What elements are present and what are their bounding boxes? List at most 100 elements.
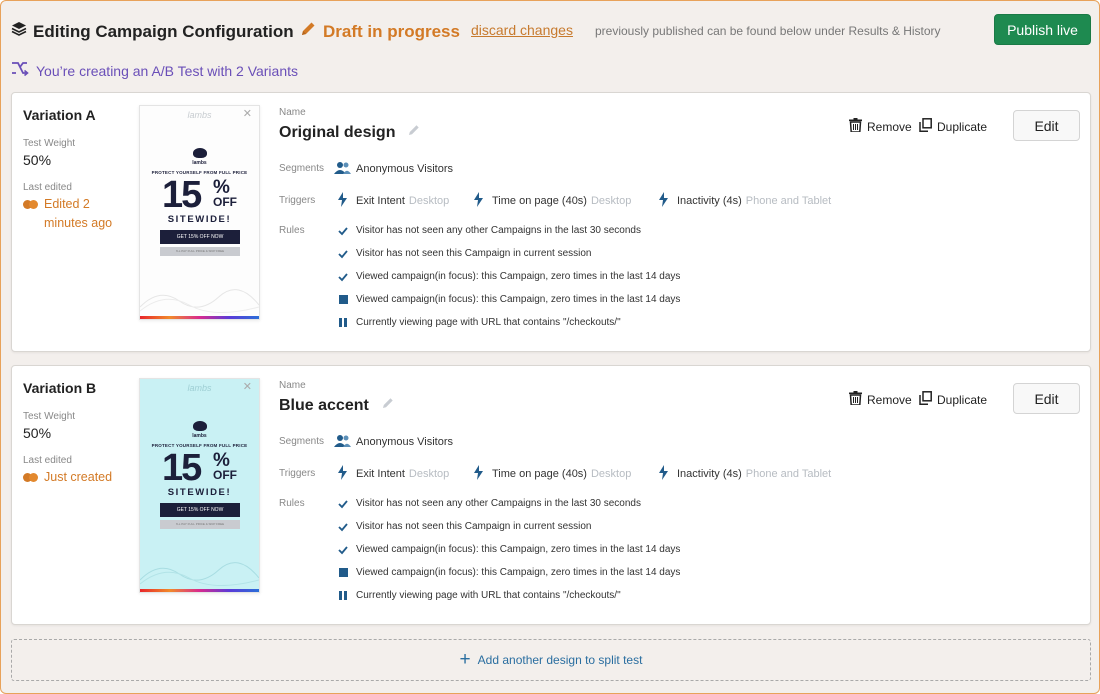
remove-button[interactable]: Remove: [849, 118, 912, 135]
last-edited-text: Just created: [44, 470, 113, 484]
rule-item: Visitor has not seen any other Campaigns…: [338, 498, 641, 509]
test-weight-value: 50%: [23, 152, 52, 168]
published-note: previously published can be found below …: [595, 24, 941, 38]
copy-icon: [919, 391, 932, 408]
name-label: Name: [279, 380, 306, 391]
triggers-label: Triggers: [279, 468, 316, 479]
trigger-device: Phone and Tablet: [745, 195, 832, 207]
pause-icon: [338, 318, 348, 328]
last-edited-text: Edited 2 minutes ago: [44, 197, 113, 230]
page-title-text: Editing Campaign Configuration: [33, 21, 294, 41]
remove-button[interactable]: Remove: [849, 391, 912, 408]
close-icon: ✕: [242, 108, 252, 120]
remove-label: Remove: [867, 392, 912, 407]
add-design-label: Add another design to split test: [477, 653, 643, 667]
triggers-label: Triggers: [279, 195, 316, 206]
discard-changes-link[interactable]: discard changes: [471, 22, 573, 38]
check-icon: [338, 499, 348, 509]
trigger-device: Desktop: [408, 195, 450, 207]
pencil-icon: [299, 20, 317, 43]
duplicate-button[interactable]: Duplicate: [919, 391, 987, 408]
name-label: Name: [279, 107, 306, 118]
trigger-device: Desktop: [590, 195, 632, 207]
trigger-label: Time on page (40s): [492, 195, 587, 207]
thumb-brand: lambs: [187, 110, 212, 120]
add-design-button[interactable]: + Add another design to split test: [11, 639, 1091, 681]
thumb-brand: lambs: [187, 383, 212, 393]
trigger-label: Exit Intent: [356, 195, 405, 207]
publish-live-button[interactable]: Publish live: [994, 14, 1091, 45]
thumb-cta: GET 15% OFF NOW: [160, 503, 240, 517]
segment-text: Anonymous Visitors: [356, 163, 454, 175]
variation-card-b: Variation B Test Weight 50% Last edited …: [11, 365, 1091, 625]
trigger-item: Time on page (40s) Desktop: [474, 465, 631, 483]
ab-test-message: You’re creating an A/B Test with 2 Varia…: [11, 61, 298, 80]
status-dots-icon: [23, 473, 38, 487]
trigger-item: Exit Intent Desktop: [338, 192, 449, 210]
rule-text: Viewed campaign(in focus): this Campaign…: [356, 294, 681, 305]
campaign-editor: Editing Campaign Configuration Draft in …: [0, 0, 1100, 694]
thumb-sitewide: SITEWIDE!: [167, 487, 232, 498]
rules-label: Rules: [279, 498, 305, 509]
users-icon: [334, 161, 351, 177]
rule-text: Visitor has not seen any other Campaigns…: [356, 498, 641, 509]
lightning-icon: [659, 465, 668, 483]
thumb-gradient-bar: [140, 316, 259, 319]
users-icon: [334, 434, 351, 450]
draft-status-text: Draft in progress: [323, 21, 460, 41]
thumb-gradient-bar: [140, 589, 259, 592]
duplicate-button[interactable]: Duplicate: [919, 118, 987, 135]
layers-icon: [11, 21, 27, 42]
thumb-secondary: I'LL PAY FULL PRICE & SKIP FREE: [160, 520, 240, 529]
edit-name-pencil-icon[interactable]: [407, 123, 421, 142]
trigger-item: Inactivity (4s) Phone and Tablet: [659, 192, 831, 210]
design-name-text: Blue accent: [279, 396, 369, 414]
close-icon: ✕: [242, 381, 252, 393]
thumb-big-number: 15: [162, 447, 202, 489]
rule-item: Currently viewing page with URL that con…: [338, 317, 621, 328]
last-edited-label: Last edited: [23, 182, 72, 193]
trigger-label: Inactivity (4s): [677, 195, 742, 207]
edit-button[interactable]: Edit: [1013, 383, 1080, 414]
test-weight-label: Test Weight: [23, 411, 76, 422]
design-name-text: Original design: [279, 123, 396, 141]
segment-item: Anonymous Visitors: [334, 434, 453, 450]
trigger-item: Exit Intent Desktop: [338, 465, 449, 483]
thumb-secondary: I'LL PAY FULL PRICE & SKIP FREE: [160, 247, 240, 256]
thumb-cta: GET 15% OFF NOW: [160, 230, 240, 244]
edit-name-pencil-icon[interactable]: [381, 396, 395, 415]
variation-title: Variation A: [23, 107, 96, 123]
variation-title: Variation B: [23, 380, 97, 396]
trigger-device: Desktop: [408, 468, 450, 480]
thumb-logo-text: lambs: [192, 433, 207, 439]
square-icon: [338, 568, 348, 578]
check-icon: [338, 249, 348, 259]
segment-item: Anonymous Visitors: [334, 161, 453, 177]
pause-icon: [338, 591, 348, 601]
lightning-icon: [338, 465, 347, 483]
status-dots-icon: [23, 200, 38, 233]
rule-text: Currently viewing page with URL that con…: [356, 590, 621, 601]
design-thumbnail[interactable]: lambs ✕ lambs PROTECT YOURSELF FROM FULL…: [139, 378, 260, 593]
copy-icon: [919, 118, 932, 135]
check-icon: [338, 272, 348, 282]
test-weight-label: Test Weight: [23, 138, 76, 149]
page-title: Editing Campaign Configuration: [11, 21, 294, 42]
thumb-sitewide: SITEWIDE!: [167, 214, 232, 225]
rule-item: Visitor has not seen any other Campaigns…: [338, 225, 641, 236]
rule-item: Viewed campaign(in focus): this Campaign…: [338, 544, 680, 555]
plus-icon: +: [459, 648, 471, 670]
edit-button[interactable]: Edit: [1013, 110, 1080, 141]
remove-label: Remove: [867, 119, 912, 134]
rule-text: Currently viewing page with URL that con…: [356, 317, 621, 328]
test-weight-value: 50%: [23, 425, 52, 441]
design-thumbnail[interactable]: lambs ✕ lambs PROTECT YOURSELF FROM FULL…: [139, 105, 260, 320]
rule-item: Viewed campaign(in focus): this Campaign…: [338, 294, 680, 305]
thumb-logo-text: lambs: [192, 160, 207, 166]
rule-item: Viewed campaign(in focus): this Campaign…: [338, 271, 680, 282]
segment-text: Anonymous Visitors: [356, 436, 454, 448]
lightning-icon: [659, 192, 668, 210]
lightning-icon: [474, 192, 483, 210]
check-icon: [338, 226, 348, 236]
trash-icon: [849, 118, 862, 135]
